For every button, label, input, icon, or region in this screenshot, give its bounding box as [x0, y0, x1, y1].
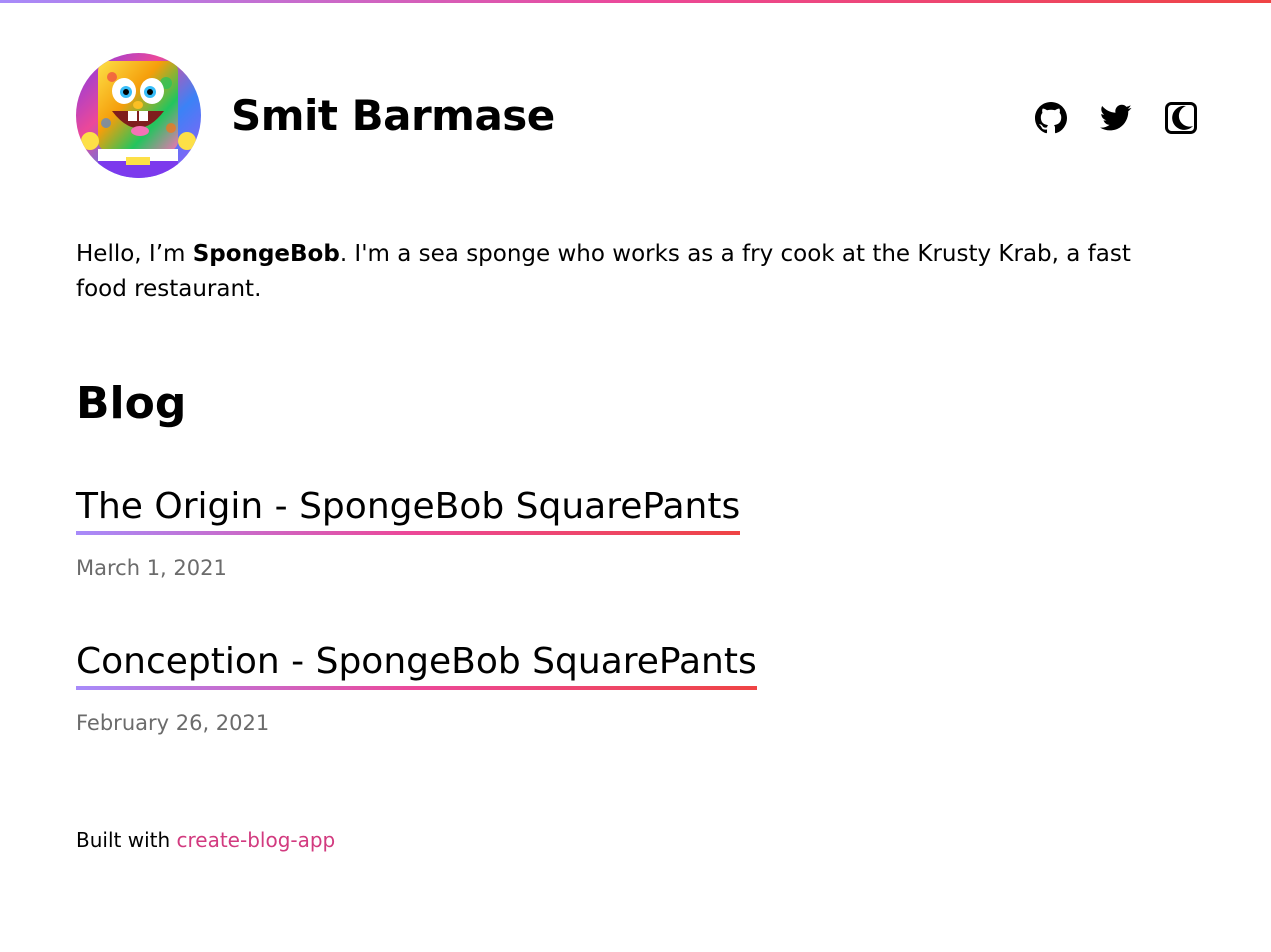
post-date: March 1, 2021	[76, 556, 227, 580]
twitter-icon[interactable]	[1099, 101, 1133, 135]
footer-prefix: Built with	[76, 828, 177, 852]
post-date: February 26, 2021	[76, 711, 270, 735]
bio-greeting: Hello, I’m	[76, 241, 193, 267]
dark-mode-icon[interactable]	[1164, 101, 1198, 135]
blog-post: Conception - SpongeBob SquarePants Febru…	[76, 640, 757, 737]
site-header: Smit Barmase	[76, 53, 1198, 178]
bio-name: SpongeBob	[192, 241, 340, 267]
bio-text: Hello, I’m SpongeBob. I'm a sea sponge w…	[76, 237, 1156, 307]
top-gradient-bar	[0, 0, 1271, 3]
post-title-link[interactable]: The Origin - SpongeBob SquarePants	[76, 485, 741, 535]
blog-post: The Origin - SpongeBob SquarePants March…	[76, 485, 741, 582]
blog-heading: Blog	[76, 378, 187, 429]
header-icons	[1034, 101, 1198, 135]
spongebob-avatar-image	[76, 53, 201, 178]
avatar[interactable]	[76, 53, 201, 178]
post-title-link[interactable]: Conception - SpongeBob SquarePants	[76, 640, 757, 690]
site-title[interactable]: Smit Barmase	[231, 91, 555, 141]
create-blog-app-link[interactable]: create-blog-app	[177, 828, 336, 852]
github-icon[interactable]	[1034, 101, 1068, 135]
footer: Built with create-blog-app	[76, 826, 335, 854]
